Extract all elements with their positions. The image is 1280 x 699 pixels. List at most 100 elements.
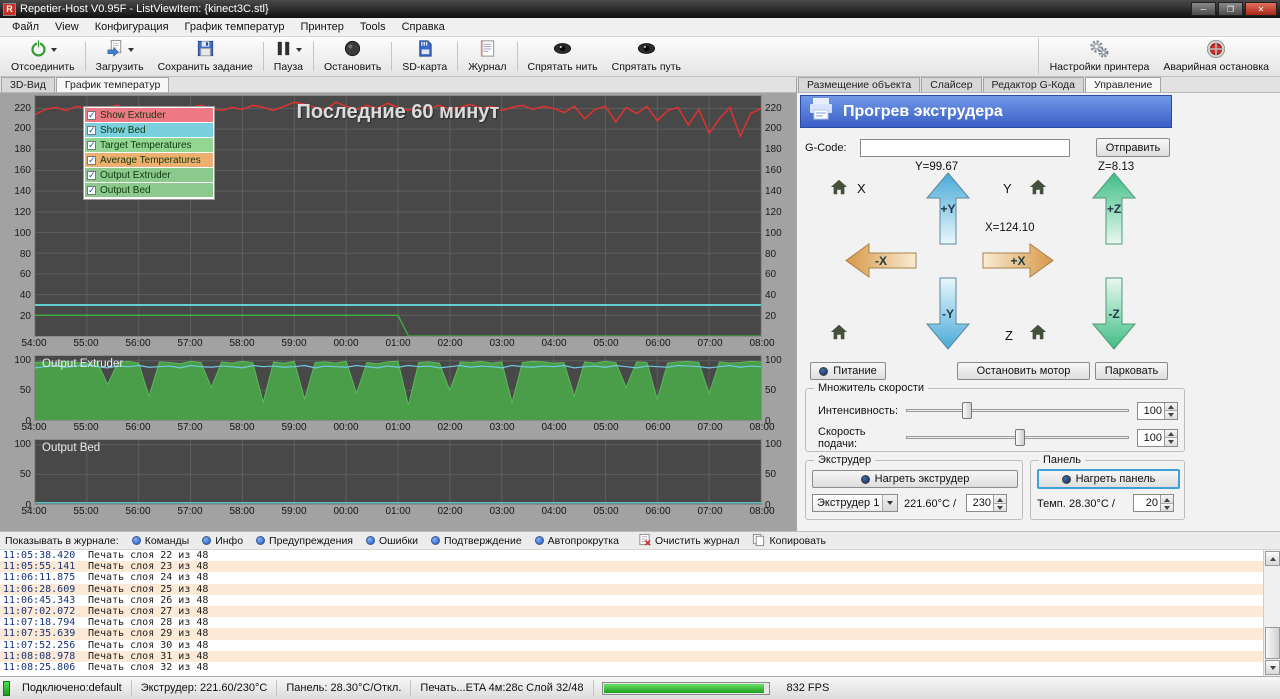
legend-item[interactable]: ✓ Output Extruder (85, 168, 213, 182)
app-icon: R (3, 3, 16, 16)
slider[interactable] (906, 401, 1129, 420)
jog-plus-y-button[interactable]: +Y (926, 172, 970, 245)
extruder-target-spinner[interactable]: 230 (966, 494, 1007, 512)
log-toggle[interactable]: Предупреждения (256, 535, 353, 547)
home-x-icon[interactable] (829, 178, 849, 196)
spinner-up-icon[interactable] (1165, 403, 1177, 412)
checkbox-icon[interactable]: ✓ (87, 186, 96, 195)
spinner-up-icon[interactable] (994, 495, 1006, 504)
home-all-icon[interactable] (829, 323, 849, 341)
minimize-button[interactable]: ─ (1191, 2, 1216, 16)
spinner-up-icon[interactable] (1165, 430, 1177, 439)
park-button[interactable]: Парковать (1095, 362, 1168, 380)
view-tab[interactable]: 3D-Вид (1, 77, 55, 92)
spinner[interactable]: 100 (1137, 402, 1178, 420)
print-progress-bar (602, 682, 770, 695)
close-button[interactable]: ✕ (1245, 2, 1277, 16)
legend-item[interactable]: ✓ Average Temperatures (85, 153, 213, 167)
power-button[interactable]: Питание (810, 362, 886, 380)
jog-minus-x-button[interactable]: -X (845, 243, 917, 278)
dropdown-caret-icon[interactable] (296, 48, 302, 52)
toolbar-button[interactable]: Загрузить (89, 38, 151, 75)
log-message: Печать слоя 23 из 48 (88, 561, 208, 572)
panel-tab[interactable]: Управление (1085, 77, 1161, 92)
jog-minus-z-button[interactable]: -Z (1092, 277, 1136, 350)
jog-plus-x-button[interactable]: +X (982, 243, 1054, 278)
y-tick-label: 100 (765, 355, 782, 366)
dropdown-caret-icon[interactable] (51, 48, 57, 52)
toolbar-button[interactable]: Отсоединить (4, 38, 82, 75)
log-scrollbar[interactable] (1263, 550, 1280, 676)
dropdown-caret-icon[interactable] (128, 48, 134, 52)
panel-tab[interactable]: Размещение объекта (798, 77, 920, 92)
eye-icon (637, 39, 656, 61)
app-window: R Repetier-Host V0.95F - ListViewItem: {… (0, 0, 1280, 699)
menu-item[interactable]: График температур (177, 19, 293, 35)
jog-plus-z-button[interactable]: +Z (1092, 172, 1136, 245)
toolbar-button[interactable]: Спрятать нить (521, 38, 605, 75)
maximize-button[interactable]: ❐ (1218, 2, 1243, 16)
checkbox-icon[interactable]: ✓ (87, 141, 96, 150)
toolbar-button[interactable]: Настройки принтера (1043, 38, 1157, 75)
scroll-up-icon[interactable] (1265, 551, 1280, 566)
chevron-down-icon[interactable] (882, 495, 897, 511)
log-action-button[interactable]: Копировать (752, 533, 826, 549)
checkbox-icon[interactable]: ✓ (87, 111, 96, 120)
send-gcode-button[interactable]: Отправить (1096, 138, 1170, 157)
jog-minus-y-button[interactable]: -Y (926, 277, 970, 350)
gcode-input[interactable] (860, 139, 1070, 157)
y-axis-left: 22020018016014012010080604020 (2, 95, 34, 337)
spinner-down-icon[interactable] (994, 504, 1006, 512)
spinner-down-icon[interactable] (1165, 411, 1177, 419)
scrollbar-thumb[interactable] (1265, 627, 1280, 659)
toolbar-button[interactable]: Аварийная остановка (1156, 38, 1276, 75)
slider-thumb[interactable] (962, 402, 972, 419)
menu-item[interactable]: Файл (4, 19, 47, 35)
chart-title: Output Bed (42, 442, 100, 454)
log-toggle[interactable]: Автопрокрутка (535, 535, 619, 547)
menu-item[interactable]: Справка (394, 19, 453, 35)
heat-bed-button[interactable]: Нагреть панель (1037, 469, 1180, 489)
toolbar-button[interactable]: SD-карта (395, 38, 454, 75)
home-y-icon[interactable] (1028, 178, 1048, 196)
legend-item[interactable]: ✓ Output Bed (85, 183, 213, 197)
legend-item[interactable]: ✓ Target Temperatures (85, 138, 213, 152)
spinner[interactable]: 100 (1137, 429, 1178, 447)
log-toggle[interactable]: Инфо (202, 535, 243, 547)
manual-control-panel: Прогрев экструдера G-Code: Отправить Y=9… (797, 93, 1280, 531)
bed-target-spinner[interactable]: 20 (1133, 494, 1174, 512)
chart-plot: Output Bed (34, 439, 762, 505)
view-tab[interactable]: График температур (56, 77, 169, 92)
home-z-icon[interactable] (1028, 323, 1048, 341)
panel-tab[interactable]: Слайсер (921, 77, 981, 92)
toolbar-button[interactable]: Журнал (461, 38, 513, 75)
checkbox-icon[interactable]: ✓ (87, 126, 96, 135)
legend-item[interactable]: ✓ Show Extruder (85, 108, 213, 122)
log-toggle[interactable]: Ошибки (366, 535, 418, 547)
slider[interactable] (906, 428, 1129, 447)
toolbar-button[interactable]: Пауза (267, 38, 310, 75)
menu-item[interactable]: Конфигурация (87, 19, 177, 35)
panel-tab[interactable]: Редактор G-Кода (983, 77, 1084, 92)
extruder-selector[interactable]: Экструдер 1 (812, 494, 898, 512)
scroll-down-icon[interactable] (1265, 660, 1280, 675)
menu-item[interactable]: Принтер (293, 19, 352, 35)
spinner-down-icon[interactable] (1165, 438, 1177, 446)
slider-thumb[interactable] (1015, 429, 1025, 446)
menu-item[interactable]: View (47, 19, 87, 35)
stop-motor-button[interactable]: Остановить мотор (957, 362, 1090, 380)
toolbar-button[interactable]: Остановить (317, 38, 388, 75)
spinner-up-icon[interactable] (1161, 495, 1173, 504)
menu-item[interactable]: Tools (352, 19, 394, 35)
checkbox-icon[interactable]: ✓ (87, 171, 96, 180)
toolbar-button[interactable]: Спрятать путь (605, 38, 688, 75)
log-toggle[interactable]: Подтверждение (431, 535, 522, 547)
heat-extruder-button[interactable]: Нагреть экструдер (812, 470, 1018, 488)
spinner-down-icon[interactable] (1161, 504, 1173, 512)
log-action-button[interactable]: Очистить журнал (638, 533, 740, 549)
legend-item[interactable]: ✓ Show Bed (85, 123, 213, 137)
x-axis-letter: X (857, 181, 866, 196)
checkbox-icon[interactable]: ✓ (87, 156, 96, 165)
toolbar-button[interactable]: Сохранить задание (151, 38, 260, 75)
log-toggle[interactable]: Команды (132, 535, 190, 547)
